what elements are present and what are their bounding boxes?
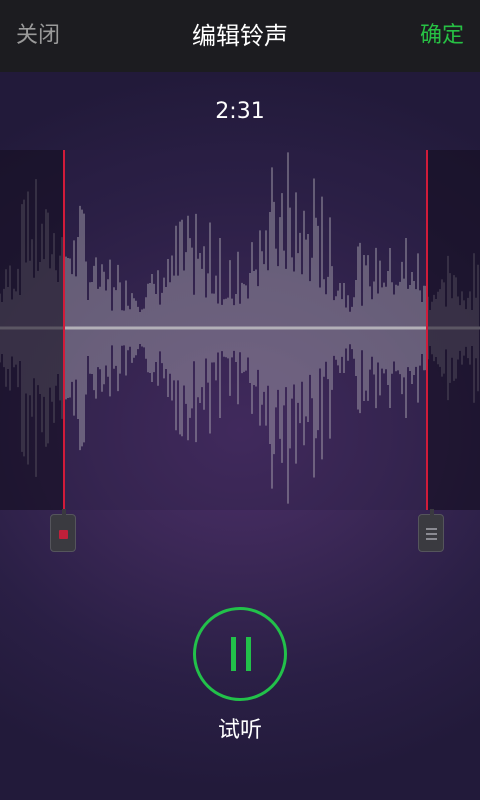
right-trim-shade [427, 150, 480, 510]
pause-icon [229, 637, 253, 671]
listen-label: 试听 [217, 718, 262, 743]
duration-readout: 2:31 [215, 99, 265, 124]
pause-bar-left [231, 637, 236, 671]
waveform-area[interactable] [0, 150, 480, 510]
left-trim-shade [0, 150, 64, 510]
start-handle-cap [62, 509, 66, 517]
start-trim-handle[interactable] [50, 509, 76, 552]
end-trim-handle[interactable] [418, 509, 444, 552]
confirm-button[interactable]: 确定 [420, 22, 464, 50]
menu-lines-icon [426, 528, 437, 540]
end-handle-cap [430, 509, 434, 517]
pause-bar-right [246, 637, 251, 671]
page-title: 编辑铃声 [192, 22, 288, 50]
ringtone-editor-screen: 关闭 编辑铃声 确定 2:31 试听 [0, 0, 480, 800]
play-pause-button[interactable] [193, 607, 287, 701]
top-bar: 关闭 编辑铃声 确定 [0, 0, 480, 72]
waveform-graphic [0, 150, 480, 510]
stop-square-icon [59, 530, 68, 539]
